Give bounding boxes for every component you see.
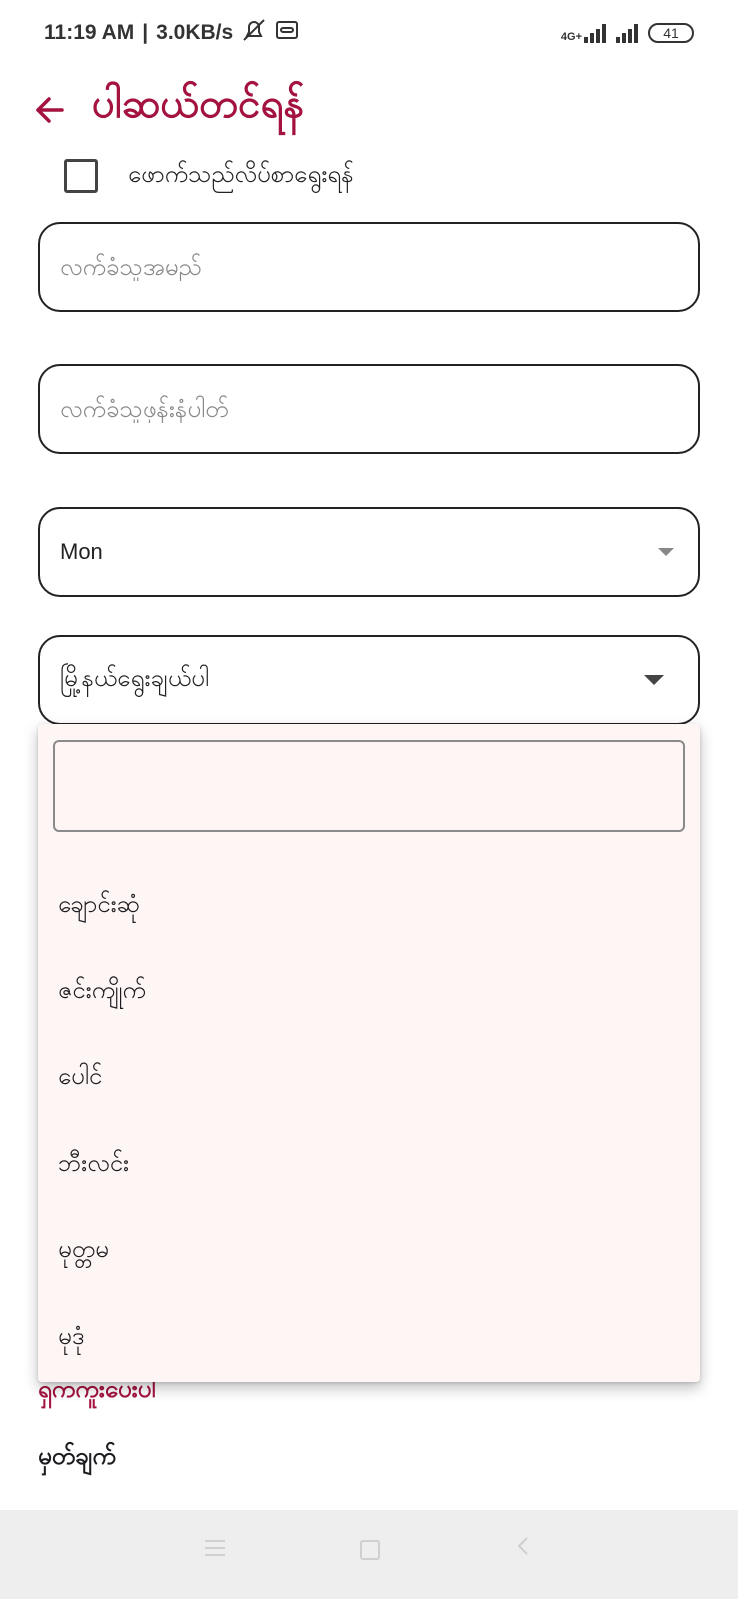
system-nav-bar [0,1510,738,1599]
township-dropdown-panel: ချောင်းဆုံ ဇင်းကျိုက် ပေါင် ဘီးလင်း မုတ္… [38,724,700,1382]
status-right: 4G+ 41 [561,23,694,43]
page-title: ပါဆယ်တင်ရန် [92,81,305,127]
signal-icon [616,23,638,43]
state-select-value: Mon [60,539,103,564]
dropdown-search-box[interactable] [53,740,685,832]
status-separator: | [142,21,149,44]
note-label: မှတ်ချက် [38,1442,116,1470]
status-speed: 3.0KB/s [156,21,234,44]
dropdown-option[interactable]: မုတ္တမ [58,1229,678,1269]
status-left: 11:19 AM | 3.0KB/s [44,18,299,48]
receiver-phone-input[interactable] [60,395,678,423]
status-time: 11:19 AM [44,21,135,44]
network-type-label: 4G+ [560,31,582,43]
chevron-down-icon [644,675,664,685]
voicemail-icon [275,19,299,47]
dropdown-option[interactable]: ဘီးလင်း [58,1143,678,1183]
menu-icon[interactable] [205,1540,225,1561]
township-select-value: မြို့နယ်ရွေးချယ်ပါ [60,664,209,692]
dropdown-option[interactable]: ဇင်းကျိုက် [58,970,678,1010]
chevron-down-icon [658,548,674,556]
state-select[interactable]: Mon [38,507,700,597]
township-select[interactable]: မြို့နယ်ရွေးချယ်ပါ [38,635,700,725]
mute-bell-icon [241,18,267,48]
battery-icon: 41 [648,23,694,43]
app-bar: ပါဆယ်တင်ရန် [0,70,738,150]
dropdown-option[interactable]: ပေါင် [58,1056,678,1096]
checkbox-label: ဖောက်သည်လိပ်စာရွေးရန် [128,160,354,188]
back-icon[interactable] [516,1534,530,1565]
receiver-phone-field[interactable] [38,364,700,454]
dropdown-option[interactable]: ချောင်းဆုံ [58,884,678,924]
battery-level: 41 [663,25,679,41]
receiver-name-input[interactable] [60,253,678,281]
dropdown-option[interactable]: မုဒုံ [58,1316,678,1356]
receiver-name-field[interactable] [38,222,700,312]
customer-address-checkbox[interactable] [64,159,98,193]
status-bar: 11:19 AM | 3.0KB/s 4G+ 41 [0,0,738,66]
signal-icon [584,23,606,43]
arrow-left-icon[interactable] [30,90,70,130]
customer-address-checkbox-row[interactable]: ဖောက်သည်လိပ်စာရွေးရန် [64,156,354,196]
home-icon[interactable] [360,1540,380,1560]
dropdown-search-input[interactable] [55,742,683,830]
